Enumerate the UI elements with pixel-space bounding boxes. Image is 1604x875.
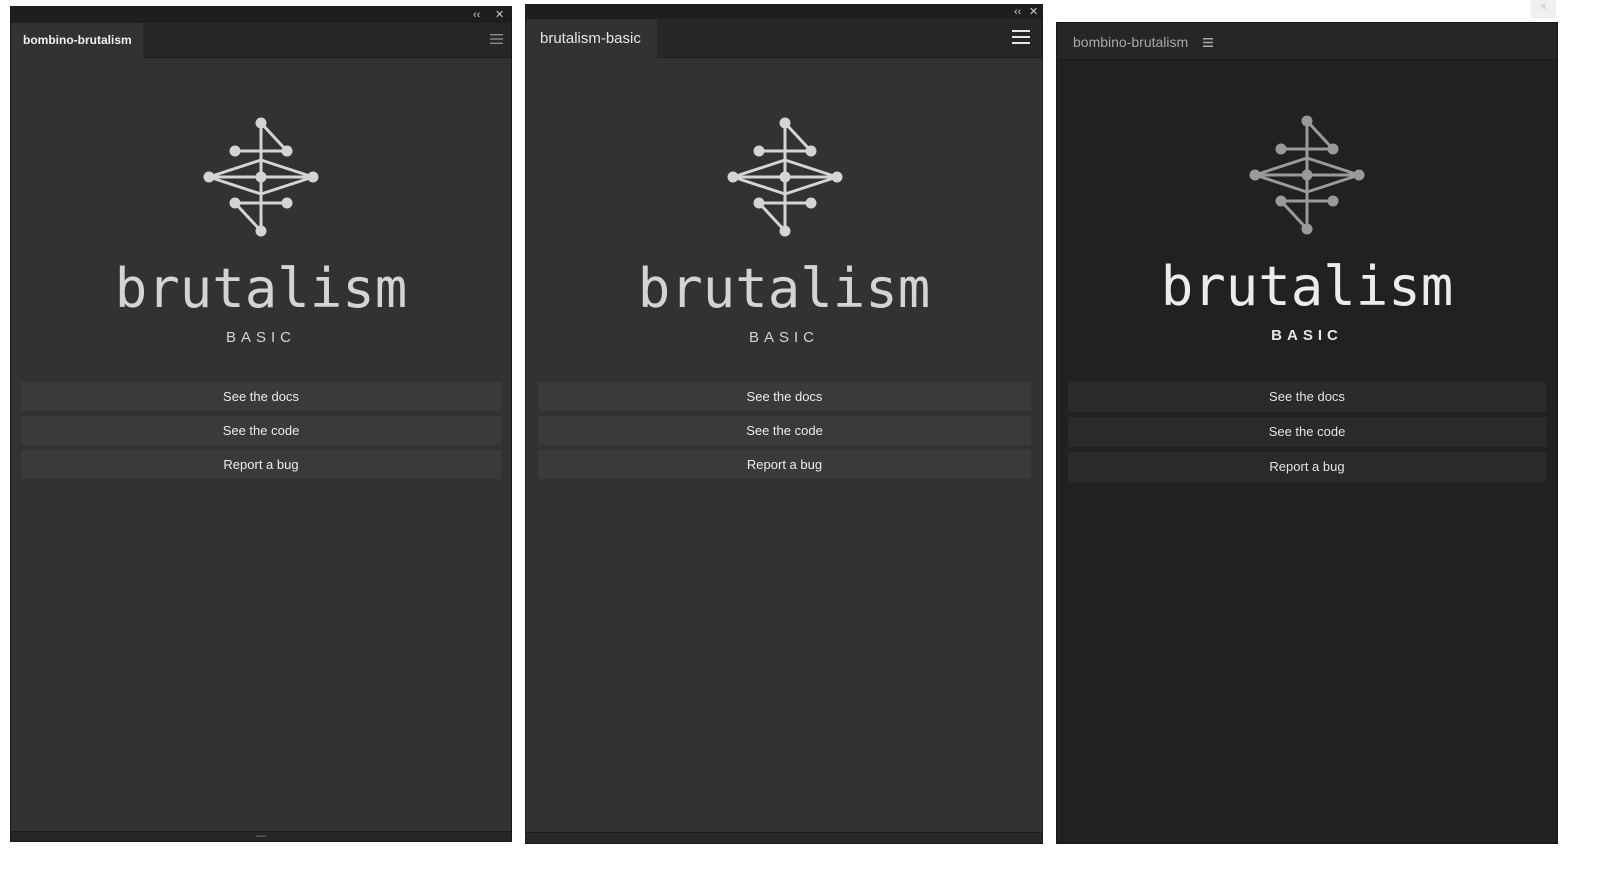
collapse-icon[interactable]: ‹‹ — [1014, 6, 1021, 18]
brutalism-logo-icon — [203, 117, 319, 237]
brand-title: brutalism — [1160, 255, 1454, 318]
report-bug-button[interactable]: Report a bug — [21, 450, 501, 479]
extension-panel-3: bombino-brutalism brutalism BASIC See th — [1056, 22, 1558, 844]
hamburger-menu-icon[interactable] — [490, 34, 503, 44]
panel-bottom-bar: ▪▪▪▪▪ — [11, 831, 511, 841]
see-docs-button[interactable]: See the docs — [1068, 382, 1546, 412]
see-code-button[interactable]: See the code — [1068, 417, 1546, 447]
close-icon[interactable]: ✕ — [1029, 6, 1038, 18]
panel-tab[interactable]: brutalism-basic — [526, 19, 657, 58]
report-bug-button[interactable]: Report a bug — [538, 450, 1031, 479]
see-docs-button[interactable]: See the docs — [21, 382, 501, 411]
see-code-button[interactable]: See the code — [538, 416, 1031, 445]
close-icon[interactable]: ✕ — [495, 9, 504, 21]
resize-grip-icon[interactable]: ▪▪▪▪▪ — [256, 834, 267, 840]
collapse-icon[interactable]: ‹‹ — [473, 9, 480, 21]
extension-panel-2: ‹‹ ✕ brutalism-basic brutalism BASIC See… — [525, 4, 1043, 844]
brand-subtitle: BASIC — [225, 329, 296, 346]
extension-panel-1: ‹‹ ✕ bombino-brutalism brutalism BASIC S… — [10, 6, 512, 842]
panel-tab-row: bombino-brutalism — [11, 23, 511, 58]
window-chrome-strip — [1056, 0, 1558, 22]
brand-title: brutalism — [637, 257, 931, 320]
panel-tab[interactable]: bombino-brutalism — [1073, 23, 1188, 59]
hamburger-menu-icon[interactable] — [1203, 38, 1213, 47]
panel-tab-row: bombino-brutalism — [1057, 23, 1557, 60]
brutalism-logo-icon — [1249, 115, 1365, 235]
hamburger-menu-icon[interactable] — [1012, 30, 1030, 44]
brand-title: brutalism — [114, 257, 408, 320]
close-icon[interactable]: ✕ — [1531, 0, 1556, 18]
brand-subtitle: BASIC — [1271, 327, 1343, 344]
panel-bottom-bar — [526, 832, 1042, 843]
see-docs-button[interactable]: See the docs — [538, 382, 1031, 411]
panel-title-bar: ‹‹ ✕ — [526, 5, 1042, 19]
report-bug-button[interactable]: Report a bug — [1068, 452, 1546, 482]
brand-subtitle: BASIC — [748, 329, 819, 346]
panel-title-bar: ‹‹ ✕ — [11, 7, 511, 23]
panel-tab[interactable]: bombino-brutalism — [11, 23, 143, 58]
brutalism-logo-icon — [727, 117, 843, 237]
panel-tab-row: brutalism-basic — [526, 19, 1042, 58]
see-code-button[interactable]: See the code — [21, 416, 501, 445]
